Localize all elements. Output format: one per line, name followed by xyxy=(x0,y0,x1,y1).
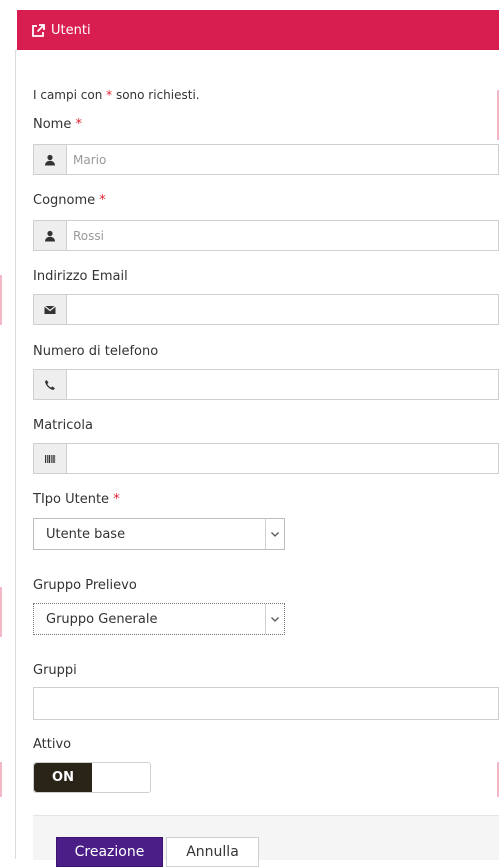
panel-header: Utenti xyxy=(17,10,499,50)
chevron-down-icon[interactable] xyxy=(265,519,284,549)
cognome-input-group xyxy=(33,220,499,251)
nome-label: Nome * xyxy=(33,117,82,132)
gruppi-label: Gruppi xyxy=(33,663,77,678)
matricola-input-group xyxy=(33,443,499,474)
tipo-utente-label-text: TIpo Utente xyxy=(33,492,110,507)
user-icon xyxy=(34,221,67,250)
attivo-label: Attivo xyxy=(33,737,72,752)
required-fields-note: I campi con * sono richiesti. xyxy=(33,88,200,102)
gruppo-prelievo-select[interactable]: Gruppo Generale xyxy=(33,603,285,635)
email-input[interactable] xyxy=(67,295,498,324)
tipo-utente-label: TIpo Utente * xyxy=(33,492,120,507)
decorative-mark xyxy=(0,762,2,797)
barcode-icon xyxy=(34,444,67,473)
note-text: I campi con xyxy=(33,88,107,102)
panel-left-border xyxy=(15,50,16,859)
matricola-input[interactable] xyxy=(67,444,498,473)
cognome-label: Cognome * xyxy=(33,193,106,208)
cognome-input[interactable] xyxy=(67,221,498,250)
toggle-on-label: ON xyxy=(34,763,92,792)
required-star: * xyxy=(113,492,120,507)
chevron-down-icon[interactable] xyxy=(265,604,284,634)
phone-input-group xyxy=(33,369,499,400)
gruppi-input[interactable] xyxy=(33,687,499,720)
matricola-label: Matricola xyxy=(33,418,93,433)
phone-input[interactable] xyxy=(67,370,498,399)
nome-input[interactable] xyxy=(67,145,498,174)
user-icon xyxy=(34,145,67,174)
tipo-utente-selected-value: Utente base xyxy=(46,526,126,542)
phone-label: Numero di telefono xyxy=(33,344,159,359)
decorative-mark xyxy=(0,587,2,637)
create-button[interactable]: Creazione xyxy=(56,837,163,867)
nome-label-text: Nome xyxy=(33,117,72,132)
phone-icon xyxy=(34,370,67,399)
external-link-icon xyxy=(31,23,45,37)
cancel-button[interactable]: Annulla xyxy=(166,837,259,867)
required-star: * xyxy=(75,117,82,132)
email-input-group xyxy=(33,294,499,325)
panel-title: Utenti xyxy=(51,22,91,38)
nome-input-group xyxy=(33,144,499,175)
attivo-toggle[interactable]: ON xyxy=(33,762,151,793)
required-star: * xyxy=(99,193,106,208)
email-label: Indirizzo Email xyxy=(33,269,128,284)
envelope-icon xyxy=(34,295,67,324)
decorative-mark xyxy=(0,275,2,325)
toggle-off-area xyxy=(92,763,150,792)
tipo-utente-select[interactable]: Utente base xyxy=(33,518,285,550)
note-text: sono richiesti. xyxy=(112,88,200,102)
gruppo-prelievo-label: Gruppo Prelievo xyxy=(33,578,137,593)
cognome-label-text: Cognome xyxy=(33,193,96,208)
gruppo-prelievo-selected-value: Gruppo Generale xyxy=(46,611,158,627)
